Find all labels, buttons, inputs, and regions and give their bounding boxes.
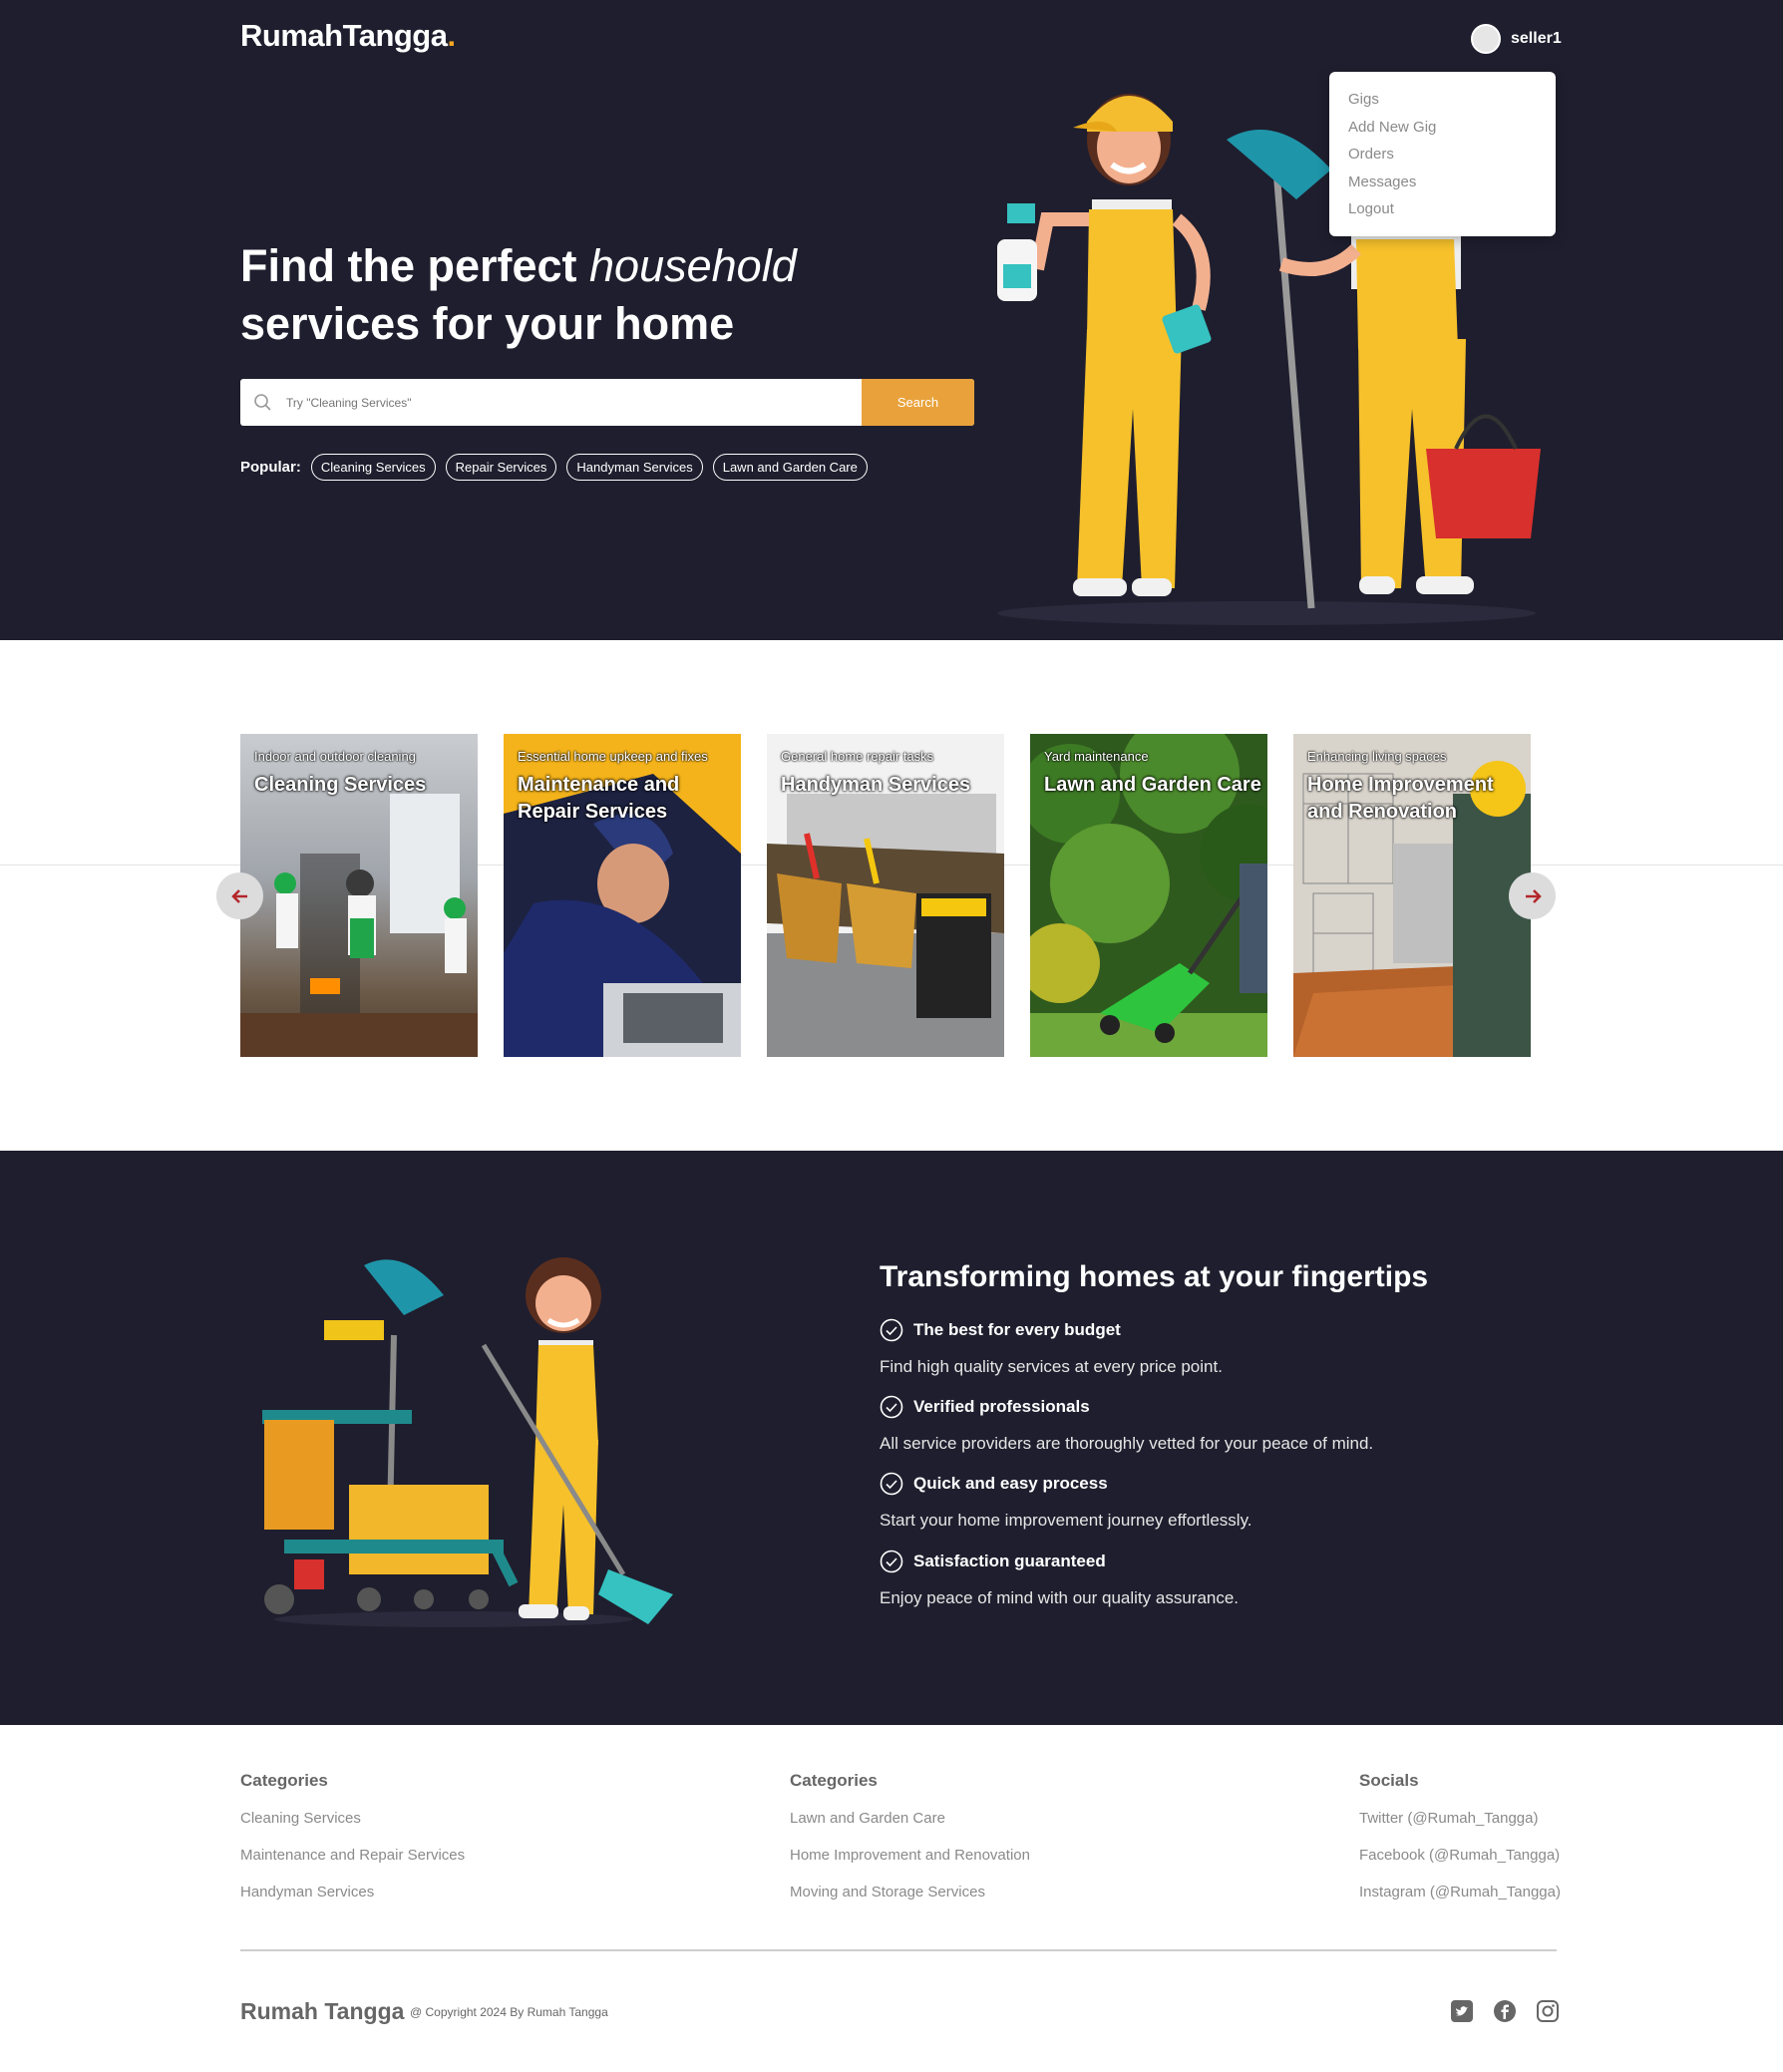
popular-tags: Popular: Cleaning Services Repair Servic…	[240, 454, 868, 481]
popular-label: Popular:	[240, 459, 301, 476]
cleaning-cart-illustration	[262, 1257, 673, 1627]
check-circle-icon	[880, 1472, 903, 1496]
category-card-maintenance[interactable]: Essential home upkeep and fixes Maintena…	[504, 734, 741, 1057]
footer-link-cleaning[interactable]: Cleaning Services	[240, 1809, 465, 1846]
feature-desc: All service providers are thoroughly vet…	[880, 1434, 1374, 1453]
footer-link-twitter[interactable]: Twitter (@Rumah_Tangga)	[1359, 1809, 1561, 1846]
card-title: Handyman Services	[781, 774, 971, 796]
category-card-home-improvement[interactable]: Enhancing living spaces Home Improvement…	[1293, 734, 1531, 1057]
footer-divider	[240, 1949, 1557, 1951]
card-subtitle: Indoor and outdoor cleaning	[254, 749, 416, 764]
feature-item: Satisfaction guaranteed Enjoy peace of m…	[880, 1550, 1239, 1607]
popular-tag-repair[interactable]: Repair Services	[445, 454, 557, 481]
arrow-right-icon	[1525, 888, 1542, 903]
features-title: Transforming homes at your fingertips	[880, 1260, 1429, 1293]
check-circle-icon	[880, 1318, 903, 1342]
carousel-prev-button[interactable]	[216, 872, 263, 919]
feature-item: Verified professionals All service provi…	[880, 1395, 1373, 1453]
search-input[interactable]	[286, 379, 862, 426]
features-section: Transforming homes at your fingertips Th…	[0, 1151, 1783, 1725]
feature-title: Verified professionals	[913, 1397, 1090, 1416]
footer-social-icons	[1450, 1999, 1560, 2023]
card-title: Lawn and Garden Care	[1044, 774, 1261, 796]
footer-link-instagram[interactable]: Instagram (@Rumah_Tangga)	[1359, 1883, 1561, 1919]
footer-link-facebook[interactable]: Facebook (@Rumah_Tangga)	[1359, 1846, 1561, 1883]
footer-copyright: @ Copyright 2024 By Rumah Tangga	[410, 2005, 608, 2019]
footer-link-handyman[interactable]: Handyman Services	[240, 1883, 465, 1919]
popular-tag-handyman[interactable]: Handyman Services	[566, 454, 703, 481]
feature-item: Quick and easy process Start your home i…	[880, 1472, 1252, 1530]
check-circle-icon	[880, 1395, 903, 1419]
feature-title: The best for every budget	[913, 1320, 1121, 1339]
check-circle-icon	[880, 1550, 903, 1573]
card-title: Cleaning Services	[254, 774, 427, 796]
card-subtitle: General home repair tasks	[781, 749, 934, 764]
menu-item-messages[interactable]: Messages	[1348, 169, 1537, 196]
hero-title: Find the perfect household services for y…	[240, 240, 797, 349]
category-card-handyman[interactable]: General home repair tasks Handyman Servi…	[767, 734, 1004, 1057]
feature-title: Satisfaction guaranteed	[913, 1552, 1106, 1570]
hero-section: RumahTangga. seller1 Gigs Add New Gig Or…	[0, 0, 1783, 640]
footer-link-moving[interactable]: Moving and Storage Services	[790, 1883, 1030, 1919]
menu-item-logout[interactable]: Logout	[1348, 195, 1537, 223]
arrow-left-icon	[230, 888, 247, 903]
footer-column-categories-1: Categories Cleaning Services Maintenance…	[240, 1771, 465, 1919]
footer-link-home-improvement[interactable]: Home Improvement and Renovation	[790, 1846, 1030, 1883]
search-button[interactable]: Search	[862, 379, 974, 426]
instagram-icon[interactable]	[1536, 1999, 1560, 2023]
footer-heading: Categories	[240, 1771, 328, 1790]
menu-item-add-new-gig[interactable]: Add New Gig	[1348, 114, 1537, 142]
user-dropdown-menu: Gigs Add New Gig Orders Messages Logout	[1329, 72, 1556, 236]
card-title: Maintenance and Repair Services	[518, 774, 680, 823]
popular-tag-lawn[interactable]: Lawn and Garden Care	[712, 454, 868, 481]
footer-brand: Rumah Tangga	[240, 1998, 405, 2024]
card-subtitle: Yard maintenance	[1044, 749, 1149, 764]
feature-desc: Enjoy peace of mind with our quality ass…	[880, 1588, 1240, 1607]
feature-item: The best for every budget Find high qual…	[880, 1318, 1223, 1376]
menu-item-orders[interactable]: Orders	[1348, 141, 1537, 169]
card-subtitle: Essential home upkeep and fixes	[518, 749, 708, 764]
footer-heading: Categories	[790, 1771, 878, 1790]
search-icon	[240, 379, 286, 426]
user-menu-toggle[interactable]: seller1	[1471, 24, 1562, 54]
card-title: Home Improvement and Renovation	[1307, 774, 1494, 823]
feature-desc: Start your home improvement journey effo…	[880, 1511, 1252, 1530]
popular-tag-cleaning[interactable]: Cleaning Services	[310, 454, 436, 481]
card-subtitle: Enhancing living spaces	[1307, 749, 1447, 764]
twitter-icon[interactable]	[1450, 1999, 1474, 2023]
feature-desc: Find high quality services at every pric…	[880, 1357, 1223, 1376]
category-card-lawn[interactable]: Yard maintenance Lawn and Garden Care	[1030, 734, 1267, 1057]
footer-link-lawn[interactable]: Lawn and Garden Care	[790, 1809, 1030, 1846]
carousel-next-button[interactable]	[1509, 872, 1556, 919]
footer-link-maintenance[interactable]: Maintenance and Repair Services	[240, 1846, 465, 1883]
username-label: seller1	[1511, 30, 1562, 47]
search-bar: Search	[240, 379, 974, 426]
avatar	[1471, 24, 1501, 54]
site-logo[interactable]: RumahTangga.	[240, 18, 456, 54]
category-card-cleaning[interactable]: Indoor and outdoor cleaning Cleaning Ser…	[240, 734, 478, 1057]
feature-title: Quick and easy process	[913, 1474, 1108, 1493]
footer-column-categories-2: Categories Lawn and Garden Care Home Imp…	[790, 1771, 1030, 1919]
menu-item-gigs[interactable]: Gigs	[1348, 86, 1537, 114]
footer-heading: Socials	[1359, 1771, 1419, 1790]
facebook-icon[interactable]	[1493, 1999, 1517, 2023]
footer-column-socials: Socials Twitter (@Rumah_Tangga) Facebook…	[1359, 1771, 1561, 1919]
